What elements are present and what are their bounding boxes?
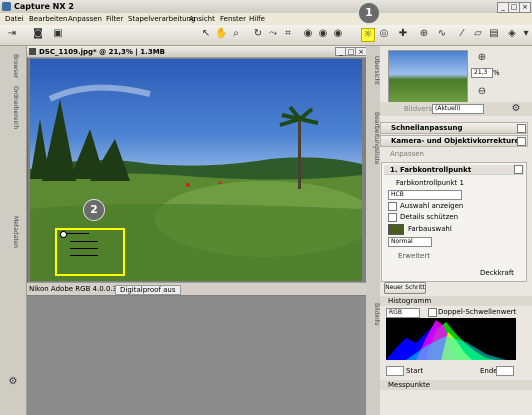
control-point-highlight-box: [55, 228, 125, 276]
crop-icon[interactable]: ⌗: [282, 28, 294, 40]
direct-select-icon[interactable]: ↖: [200, 28, 212, 40]
rotate-icon[interactable]: ↻: [252, 28, 264, 40]
menu-fenster[interactable]: Fenster: [220, 15, 246, 23]
ordnerbereich-tab[interactable]: Ordnerbereich: [7, 86, 19, 129]
zoom-field[interactable]: 21,3: [471, 68, 493, 78]
messpunkte-label: Messpunkte: [388, 381, 431, 389]
workspace-background: [27, 296, 366, 415]
start-field[interactable]: [386, 366, 404, 376]
bearbeitungsliste-tab[interactable]: Bearbeitungsliste: [368, 112, 380, 165]
neutral-control-point-icon[interactable]: ◉: [317, 28, 329, 40]
uebersicht-tab[interactable]: Übersicht: [368, 56, 380, 85]
right-panel: ⊕ 21,3 % ⊖ Bildversion (Aktuell) ⚙ Schne…: [380, 46, 532, 415]
histogram-curves: [386, 320, 506, 360]
zoom-unit: %: [493, 69, 500, 77]
details-checkbox[interactable]: [388, 213, 397, 222]
left-panel-strip: Browser Ordnerbereich Metadaten ⚙: [0, 46, 27, 415]
deckkraft-label: Deckkraft: [480, 269, 514, 277]
menu-stapelverarbeitung[interactable]: Stapelverarbeitung: [128, 15, 195, 23]
step-title: 1. Farbkontrollpunkt: [390, 166, 472, 174]
black-control-point-icon[interactable]: ◉: [302, 28, 314, 40]
metadaten-tab[interactable]: Metadaten: [7, 216, 19, 248]
document-statusbar: Nikon Adobe RGB 4.0.0.3000 Digitalproof …: [27, 282, 366, 295]
kamera-header[interactable]: Kamera- und Objektivkorrekturen: [380, 135, 528, 147]
menu-anpassen[interactable]: Anpassen: [68, 15, 102, 23]
red-eye-icon[interactable]: ◎: [378, 28, 390, 40]
auswahl-label: Auswahl anzeigen: [400, 202, 464, 210]
kamera-checkbox[interactable]: [517, 137, 526, 146]
settings-icon[interactable]: ⚙: [7, 376, 19, 388]
ende-field[interactable]: [496, 366, 514, 376]
digital-proof-dropdown[interactable]: Digitalproof aus: [115, 285, 181, 295]
histogram-header[interactable]: Histogramm: [380, 296, 532, 306]
step-checkbox[interactable]: [514, 165, 523, 174]
new-step-button[interactable]: Neuer Schritt: [384, 282, 426, 294]
schnellanpassung-checkbox[interactable]: [517, 124, 526, 133]
callout-one: 1: [358, 2, 380, 24]
control-point-label: Farbkontrollpunkt 1: [396, 179, 464, 187]
menu-hilfe[interactable]: Hilfe: [249, 15, 265, 23]
overview-thumbnail[interactable]: [388, 50, 468, 104]
histogram-title: Histogramm: [388, 297, 432, 305]
panel-options-icon[interactable]: ⚙: [510, 103, 522, 115]
save-icon[interactable]: ▣: [52, 28, 64, 40]
edit-list-toolbar: Bildversion (Aktuell) ⚙: [380, 102, 532, 116]
document-icon: [29, 48, 36, 55]
callout-two: 2: [83, 199, 105, 221]
step-header[interactable]: 1. Farbkontrollpunkt: [384, 165, 524, 175]
lasso-icon[interactable]: ∿: [436, 28, 448, 40]
white-control-point-icon[interactable]: ◉: [332, 28, 344, 40]
ende-label: Ende: [480, 367, 498, 375]
app-title: Capture NX 2: [14, 2, 74, 11]
document-titlebar: DSC_1109.jpg* @ 21,3% | 1.3MB _ □ ×: [27, 46, 367, 58]
zoom-out-icon[interactable]: ⊖: [476, 86, 488, 98]
workspace-icon[interactable]: ⇥: [6, 28, 18, 40]
menu-bar: Datei Bearbeiten Anpassen Filter Stapelv…: [0, 13, 532, 25]
mode-dropdown[interactable]: HCB: [388, 190, 462, 200]
auto-retouch-icon[interactable]: ✚: [397, 28, 409, 40]
zoom-in-icon[interactable]: ⊕: [476, 52, 488, 64]
anpassen-label: Anpassen: [390, 150, 424, 158]
toolbar: ⇥ ◙ ▣ ↖ ✋ ⌕ ↻ ⤳ ⌗ ◉ ◉ ◉ ☼ ◎ ✚ ⊕ ∿ ⁄ ▱ ▤ …: [0, 25, 532, 46]
gradient-icon[interactable]: ▤: [488, 28, 500, 40]
menu-filter[interactable]: Filter: [106, 15, 123, 23]
zoom-icon[interactable]: ⌕: [230, 28, 242, 40]
color-control-point-icon[interactable]: ☼: [361, 28, 375, 42]
farbauswahl-swatch[interactable]: [388, 224, 404, 235]
schnellanpassung-label: Schnellanpassung: [391, 124, 463, 132]
camera-icon[interactable]: ◙: [32, 28, 44, 40]
histogram-graph: [386, 318, 516, 360]
kamera-label: Kamera- und Objektivkorrekturen: [391, 137, 525, 145]
menu-ansicht[interactable]: Ansicht: [189, 15, 215, 23]
menu-bearbeiten[interactable]: Bearbeiten: [29, 15, 67, 23]
schnellanpassung-header[interactable]: Schnellanpassung: [380, 122, 528, 134]
doppel-label: Doppel-Schwellenwert: [438, 308, 517, 316]
app-icon: [2, 2, 11, 11]
doppel-checkbox[interactable]: [428, 308, 437, 317]
farbauswahl-label: Farbauswahl: [408, 225, 452, 233]
bildinfo-tab[interactable]: Bildinfo: [368, 303, 380, 326]
version-dropdown[interactable]: (Aktuell): [432, 104, 484, 114]
title-bar: Capture NX 2 _ □ ×: [0, 0, 532, 14]
histogram-channel-dropdown[interactable]: RGB: [386, 308, 420, 318]
fill-icon[interactable]: ◈: [506, 28, 518, 40]
details-label: Details schützen: [400, 213, 459, 221]
right-panel-strip: Übersicht Bearbeitungsliste Bildinfo: [366, 46, 380, 415]
erweitert-label[interactable]: Erweitert: [398, 252, 430, 260]
blend-dropdown[interactable]: Normal: [388, 237, 432, 247]
close-button[interactable]: ×: [519, 2, 531, 13]
more-tools-icon[interactable]: ▾: [520, 28, 532, 40]
start-label: Start: [406, 367, 424, 375]
messpunkte-header[interactable]: Messpunkte: [380, 380, 532, 390]
step-panel: 1. Farbkontrollpunkt Farbkontrollpunkt 1…: [381, 162, 527, 282]
brush-icon[interactable]: ⁄: [456, 28, 468, 40]
straighten-icon[interactable]: ⤳: [267, 28, 279, 40]
selection-control-point-icon[interactable]: ⊕: [418, 28, 430, 40]
eraser-icon[interactable]: ▱: [472, 28, 484, 40]
menu-datei[interactable]: Datei: [5, 15, 24, 23]
browser-tab[interactable]: Browser: [7, 54, 19, 78]
auswahl-checkbox[interactable]: [388, 202, 397, 211]
document-title: DSC_1109.jpg* @ 21,3% | 1.3MB: [39, 48, 166, 56]
hand-icon[interactable]: ✋: [215, 28, 227, 40]
